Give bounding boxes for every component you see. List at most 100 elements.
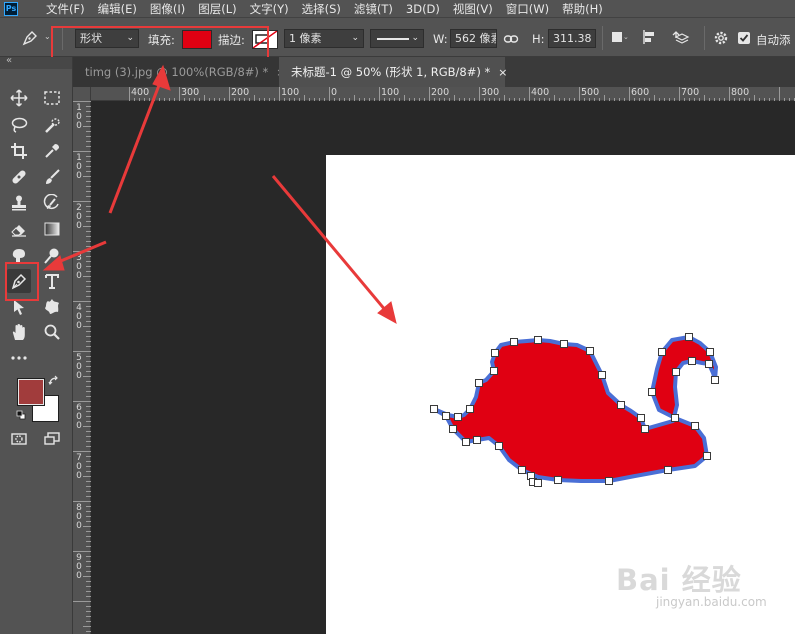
swan-shape[interactable] <box>432 335 718 483</box>
path-anchor-point[interactable] <box>617 401 625 409</box>
path-anchor-point[interactable] <box>466 405 474 413</box>
screen-mode-button[interactable] <box>40 427 64 451</box>
swap-colors-icon <box>48 375 58 386</box>
path-anchor-point[interactable] <box>688 357 696 365</box>
path-anchor-point[interactable] <box>664 466 672 474</box>
path-anchor-point[interactable] <box>648 388 656 396</box>
tab-untitled[interactable]: 未标题-1 @ 50% (形状 1, RGB/8#) * × <box>279 57 508 87</box>
path-anchor-point[interactable] <box>534 479 542 487</box>
path-anchor-point[interactable] <box>510 338 518 346</box>
menu-select[interactable]: 选择(S) <box>302 1 341 17</box>
menu-view[interactable]: 视图(V) <box>453 1 493 17</box>
width-input[interactable]: 562 像素 <box>450 29 497 48</box>
menu-filter[interactable]: 滤镜(T) <box>354 1 393 17</box>
swap-colors-button[interactable] <box>48 375 60 387</box>
eraser-tool[interactable] <box>7 217 31 241</box>
lasso-tool[interactable] <box>7 113 31 137</box>
menu-file[interactable]: 文件(F) <box>46 1 85 17</box>
rect-marquee-tool[interactable] <box>40 86 64 110</box>
path-anchor-point[interactable] <box>442 412 450 420</box>
panel-collapse-grip[interactable]: « <box>0 55 72 69</box>
auto-add-checkbox[interactable] <box>738 32 750 44</box>
path-alignment-button[interactable] <box>642 29 662 47</box>
path-anchor-point[interactable] <box>598 371 606 379</box>
path-anchor-point[interactable] <box>454 413 462 421</box>
menu-help[interactable]: 帮助(H) <box>562 1 603 17</box>
tab-timg[interactable]: timg (3).jpg @ 100%(RGB/8#) *× <box>73 57 286 87</box>
path-anchor-point[interactable] <box>430 405 438 413</box>
default-colors-button[interactable] <box>16 409 26 420</box>
edit-toolbar-button[interactable] <box>7 346 31 370</box>
path-anchor-point[interactable] <box>475 379 483 387</box>
crop-tool[interactable] <box>7 139 31 163</box>
stroke-type-select[interactable]: ⌄ <box>370 29 424 48</box>
path-anchor-point[interactable] <box>706 348 714 356</box>
horizontal-ruler[interactable]: 400 300 200 100 0 100 200 300 400 500 60… <box>91 87 795 101</box>
path-alignment-icon <box>643 30 654 44</box>
path-anchor-point[interactable] <box>586 347 594 355</box>
clone-stamp-tool[interactable] <box>7 191 31 215</box>
stroke-width-select[interactable]: 1 像素 ⌄ <box>284 29 364 48</box>
path-anchor-point[interactable] <box>671 414 679 422</box>
close-icon[interactable]: × <box>498 66 507 79</box>
width-label: W: <box>433 32 448 46</box>
zoom-tool[interactable] <box>40 320 64 344</box>
path-anchor-point[interactable] <box>637 414 645 422</box>
path-anchor-point[interactable] <box>449 425 457 433</box>
eyedropper-tool[interactable] <box>40 139 64 163</box>
path-anchor-point[interactable] <box>554 476 562 484</box>
path-anchor-point[interactable] <box>711 376 719 384</box>
healing-brush-tool[interactable] <box>7 165 31 189</box>
path-anchor-point[interactable] <box>534 336 542 344</box>
link-icon[interactable] <box>503 31 519 47</box>
quick-mask-button[interactable] <box>7 427 31 451</box>
foreground-color-swatch[interactable] <box>18 379 44 405</box>
height-input[interactable]: 311.38 像 <box>548 29 596 48</box>
vertical-ruler[interactable]: 100100200300400500600700800900 <box>73 87 91 634</box>
type-tool[interactable] <box>40 269 64 293</box>
path-arrangement-button[interactable] <box>672 29 694 47</box>
quick-select-tool[interactable] <box>40 113 64 137</box>
gear-icon[interactable] <box>713 30 729 46</box>
path-operations-icon <box>612 32 622 42</box>
path-anchor-point[interactable] <box>705 360 713 368</box>
path-anchor-point[interactable] <box>462 438 470 446</box>
ruler-label: 0 <box>76 271 82 281</box>
path-anchor-point[interactable] <box>685 333 693 341</box>
path-anchor-point[interactable] <box>490 367 498 375</box>
move-icon <box>10 89 28 107</box>
menu-window[interactable]: 窗口(W) <box>506 1 549 17</box>
lasso-icon <box>11 117 28 133</box>
custom-shape-tool[interactable] <box>40 295 64 319</box>
path-operations-button[interactable]: ⌄ <box>610 29 630 47</box>
brush-tool[interactable] <box>40 165 64 189</box>
photoshop-logo: Ps <box>4 1 18 16</box>
document-canvas[interactable]: Bai 经验 jingyan.baidu.com <box>326 155 795 634</box>
path-anchor-point[interactable] <box>672 368 680 376</box>
dodge-tool[interactable] <box>40 244 64 268</box>
path-anchor-point[interactable] <box>491 349 499 357</box>
path-anchor-point[interactable] <box>658 348 666 356</box>
menu-type[interactable]: 文字(Y) <box>250 1 289 17</box>
gradient-tool[interactable] <box>40 217 64 241</box>
path-anchor-point[interactable] <box>518 466 526 474</box>
path-anchor-point[interactable] <box>473 436 481 444</box>
menu-3d[interactable]: 3D(D) <box>406 2 440 16</box>
history-brush-tool[interactable] <box>40 191 64 215</box>
move-tool[interactable] <box>7 86 31 110</box>
watermark-url: jingyan.baidu.com <box>656 595 767 609</box>
menu-edit[interactable]: 编辑(E) <box>98 1 137 17</box>
path-anchor-point[interactable] <box>641 425 649 433</box>
menu-image[interactable]: 图像(I) <box>150 1 185 17</box>
ruler-label: 400 <box>531 87 550 98</box>
path-anchor-point[interactable] <box>605 477 613 485</box>
tab-label: 未标题-1 @ 50% (形状 1, RGB/8#) * <box>291 65 491 79</box>
path-anchor-point[interactable] <box>703 452 711 460</box>
path-anchor-point[interactable] <box>495 442 503 450</box>
height-label: H: <box>532 32 545 46</box>
path-anchor-point[interactable] <box>560 340 568 348</box>
tool-preset-picker[interactable]: ⌄ <box>18 28 52 48</box>
path-anchor-point[interactable] <box>691 422 699 430</box>
hand-tool[interactable] <box>7 320 31 344</box>
menu-layer[interactable]: 图层(L) <box>198 1 236 17</box>
